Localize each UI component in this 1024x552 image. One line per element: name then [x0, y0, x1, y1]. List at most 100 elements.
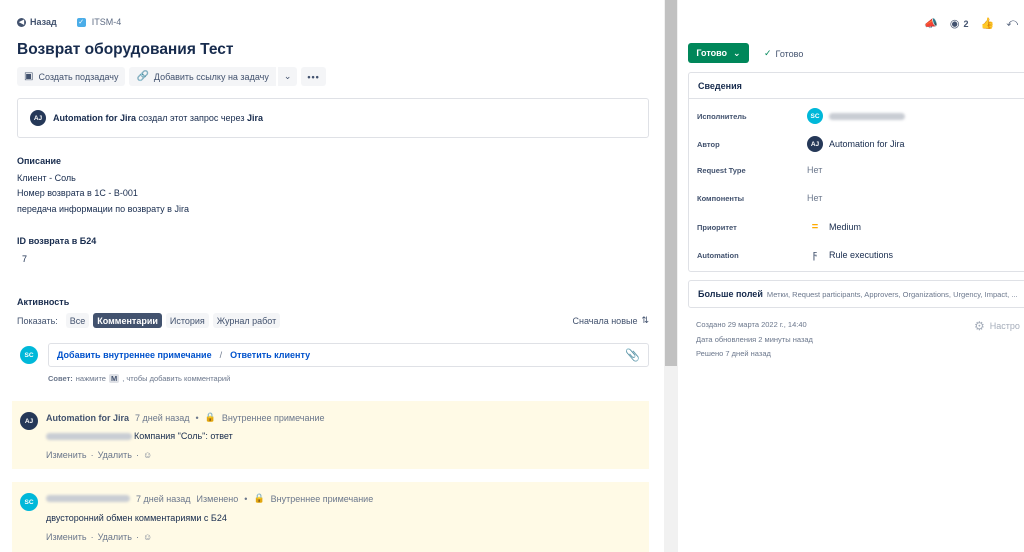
sort-icon: ⇅ — [641, 315, 649, 325]
add-internal-note-link[interactable]: Добавить внутреннее примечание — [57, 350, 212, 360]
subtask-icon: ▣ — [24, 71, 34, 82]
issue-toolbar: ▣ Создать подзадачу 🔗 Добавить ссылку на… — [17, 67, 326, 86]
created-via-middle: создал этот запрос через — [138, 113, 245, 123]
created-via-channel: Jira — [247, 113, 264, 123]
more-fields-list: Метки, Request participants, Approvers, … — [766, 289, 1018, 299]
description-line[interactable]: Номер возврата в 1С - В-001 — [17, 188, 138, 198]
automation-field[interactable]: ϝ Rule executions — [807, 249, 893, 261]
sort-button[interactable]: Сначала новые ⇅ — [572, 315, 649, 326]
gear-icon: ⚙ — [974, 319, 985, 333]
priority-medium-icon: = — [811, 221, 819, 233]
add-link-dropdown[interactable]: ⌄ — [276, 67, 298, 86]
paperclip-icon[interactable]: 📎 — [625, 348, 640, 362]
lock-icon: 🔒 — [204, 412, 216, 422]
create-subtask-button[interactable]: ▣ Создать подзадачу — [17, 67, 126, 86]
comment-author[interactable]: Automation for Jira — [46, 413, 129, 423]
reply-to-customer-link[interactable]: Ответить клиенту — [230, 350, 310, 360]
filter-all[interactable]: Все — [65, 313, 90, 328]
priority-field[interactable]: = Medium — [807, 221, 861, 233]
chevron-down-icon: ⌄ — [283, 71, 292, 81]
configure-button[interactable]: ⚙ Настро — [974, 319, 1020, 333]
emoji-icon[interactable]: ☺ — [143, 532, 152, 542]
dot-separator: • — [195, 412, 199, 423]
dot-separator: · — [90, 450, 94, 460]
tip-suffix: , чтобы добавить комментарий — [122, 374, 231, 383]
share-icon[interactable]: ⤺ — [1006, 17, 1018, 30]
back-link[interactable]: ◀ Назад — [17, 17, 57, 27]
description-line[interactable]: Клиент - Соль — [17, 173, 76, 183]
comment-body: двусторонний обмен комментариями с Б24 — [46, 513, 227, 523]
thumbs-up-icon[interactable]: 👍 — [981, 17, 995, 30]
redacted-assignee — [829, 112, 905, 120]
avatar: AJ — [30, 110, 46, 126]
dot-separator: · — [90, 532, 94, 542]
avatar: SC — [20, 346, 38, 364]
description-line[interactable]: передача информации по возврату в Jira — [17, 204, 189, 214]
scrollbar-thumb[interactable] — [665, 0, 677, 366]
request-type-field[interactable]: Нет — [807, 165, 822, 175]
field-value: Automation for Jira — [829, 139, 905, 149]
created-date: Создано 29 марта 2022 г., 14:40 — [696, 320, 807, 329]
filter-comments[interactable]: Комментарии — [93, 313, 162, 328]
resolved-date: Решено 7 дней назад — [696, 349, 771, 358]
details-panel: Сведения Исполнитель SC Автор AJ Automat… — [688, 72, 1024, 272]
delete-comment-button[interactable]: Удалить — [98, 450, 132, 460]
comment-edited: Изменено — [196, 493, 239, 504]
transition-button[interactable]: ✓ Готово — [764, 48, 803, 59]
filter-history[interactable]: История — [165, 313, 209, 328]
transition-label: Готово — [775, 48, 804, 59]
eye-icon: ◉ — [949, 18, 960, 30]
comment-item: AJ Automation for Jira 7 дней назад • 🔒 … — [12, 401, 649, 469]
field-label: Приоритет — [697, 222, 737, 232]
field-label: Automation — [697, 250, 739, 260]
created-via-banner: AJ Automation for Jira создал этот запро… — [17, 98, 649, 138]
emoji-icon[interactable]: ☺ — [143, 450, 152, 460]
delete-comment-button[interactable]: Удалить — [98, 532, 132, 542]
lock-icon: 🔒 — [253, 493, 265, 503]
created-via-author[interactable]: Automation for Jira — [53, 113, 136, 123]
edit-comment-button[interactable]: Изменить — [46, 450, 87, 460]
comment-input[interactable]: Добавить внутреннее примечание / Ответит… — [48, 343, 649, 367]
edit-comment-button[interactable]: Изменить — [46, 532, 87, 542]
announce-icon[interactable]: 📣 — [924, 17, 938, 30]
comment-header: 7 дней назад Изменено • 🔒 Внутреннее при… — [46, 493, 373, 504]
create-subtask-label: Создать подзадачу — [38, 71, 119, 82]
comment-time[interactable]: 7 дней назад — [136, 494, 191, 504]
issue-key-link[interactable]: ITSM-4 — [92, 17, 122, 27]
more-fields-panel[interactable]: Больше полей Метки, Request participants… — [688, 280, 1024, 308]
status-label: Готово — [696, 48, 728, 58]
details-heading[interactable]: Сведения — [689, 73, 1024, 99]
custom-field-value[interactable]: 7 — [22, 254, 27, 264]
assignee-field[interactable]: SC — [807, 108, 905, 124]
watch-count: 2 — [963, 18, 969, 29]
created-via-text: Automation for Jira создал этот запрос ч… — [53, 113, 263, 123]
back-arrow-icon: ◀ — [17, 17, 26, 27]
field-label: Исполнитель — [697, 111, 747, 121]
comment-text: двусторонний обмен комментариями с Б24 — [46, 513, 227, 523]
reporter-field[interactable]: AJ Automation for Jira — [807, 136, 905, 152]
redacted-author[interactable] — [46, 495, 130, 502]
tip-prefix: Совет: — [48, 374, 73, 383]
components-field[interactable]: Нет — [807, 193, 822, 203]
watch-button[interactable]: ◉ 2 — [950, 17, 969, 30]
field-row: Автор AJ Automation for Jira — [697, 136, 1017, 152]
redacted-mention — [46, 432, 132, 440]
add-link-button[interactable]: 🔗 Добавить ссылку на задачу — [129, 67, 276, 86]
updated-date: Дата обновления 2 минуты назад — [696, 335, 813, 344]
field-row: Исполнитель SC — [697, 108, 1017, 124]
link-icon: 🔗 — [136, 71, 149, 82]
filter-worklog[interactable]: Журнал работ — [212, 313, 281, 328]
more-actions-button[interactable]: ••• — [301, 67, 326, 86]
status-button[interactable]: Готово ⌄ — [688, 43, 749, 63]
comment-time[interactable]: 7 дней назад — [135, 413, 190, 423]
show-label: Показать: — [17, 315, 58, 326]
comment-actions: Изменить · Удалить · ☺ — [46, 450, 152, 460]
comment-visibility: Внутреннее примечание — [221, 412, 325, 423]
page-title[interactable]: Возврат оборудования Тест — [17, 41, 234, 59]
custom-field-heading: ID возврата в Б24 — [17, 236, 97, 246]
field-row: Request Type Нет — [697, 165, 1017, 175]
activity-heading: Активность — [17, 297, 70, 307]
field-row: Компоненты Нет — [697, 193, 1017, 203]
tip-key: M — [108, 374, 120, 383]
tip-middle: нажмите — [75, 374, 106, 383]
